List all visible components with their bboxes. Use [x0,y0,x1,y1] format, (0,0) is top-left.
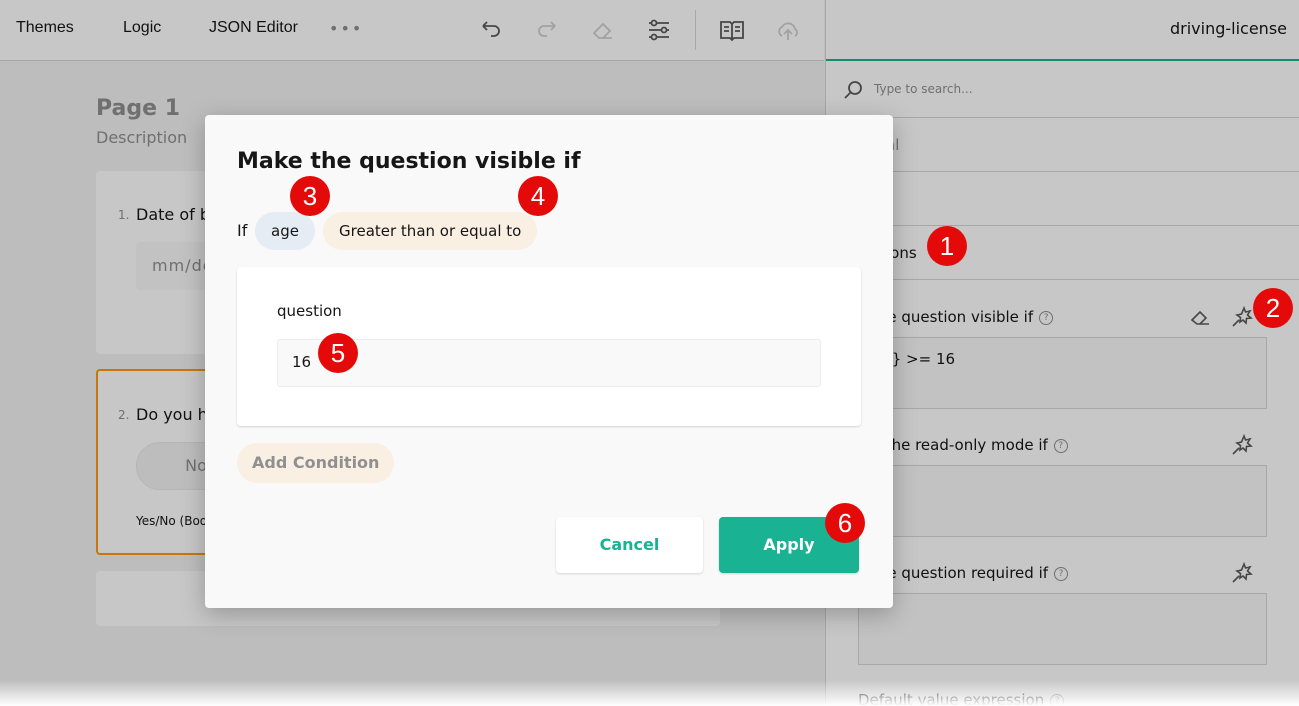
dialog-title: Make the question visible if [237,149,581,174]
bottom-fade [0,680,1299,706]
callout-marker-1: 1 [927,226,967,266]
cancel-button[interactable]: Cancel [556,517,703,573]
question-selector-chip[interactable]: age [255,212,315,250]
callout-marker-4: 4 [518,176,558,216]
callout-marker-5: 5 [318,333,358,373]
condition-value-label: question [277,302,342,320]
callout-marker-2: 2 [1253,288,1293,328]
if-label: If [237,221,248,240]
operator-selector-chip[interactable]: Greater than or equal to [323,212,538,250]
callout-marker-3: 3 [290,176,330,216]
callout-marker-6: 6 [825,503,865,543]
condition-value-input[interactable]: 16 [277,339,821,387]
add-condition-button[interactable]: Add Condition [237,443,395,483]
